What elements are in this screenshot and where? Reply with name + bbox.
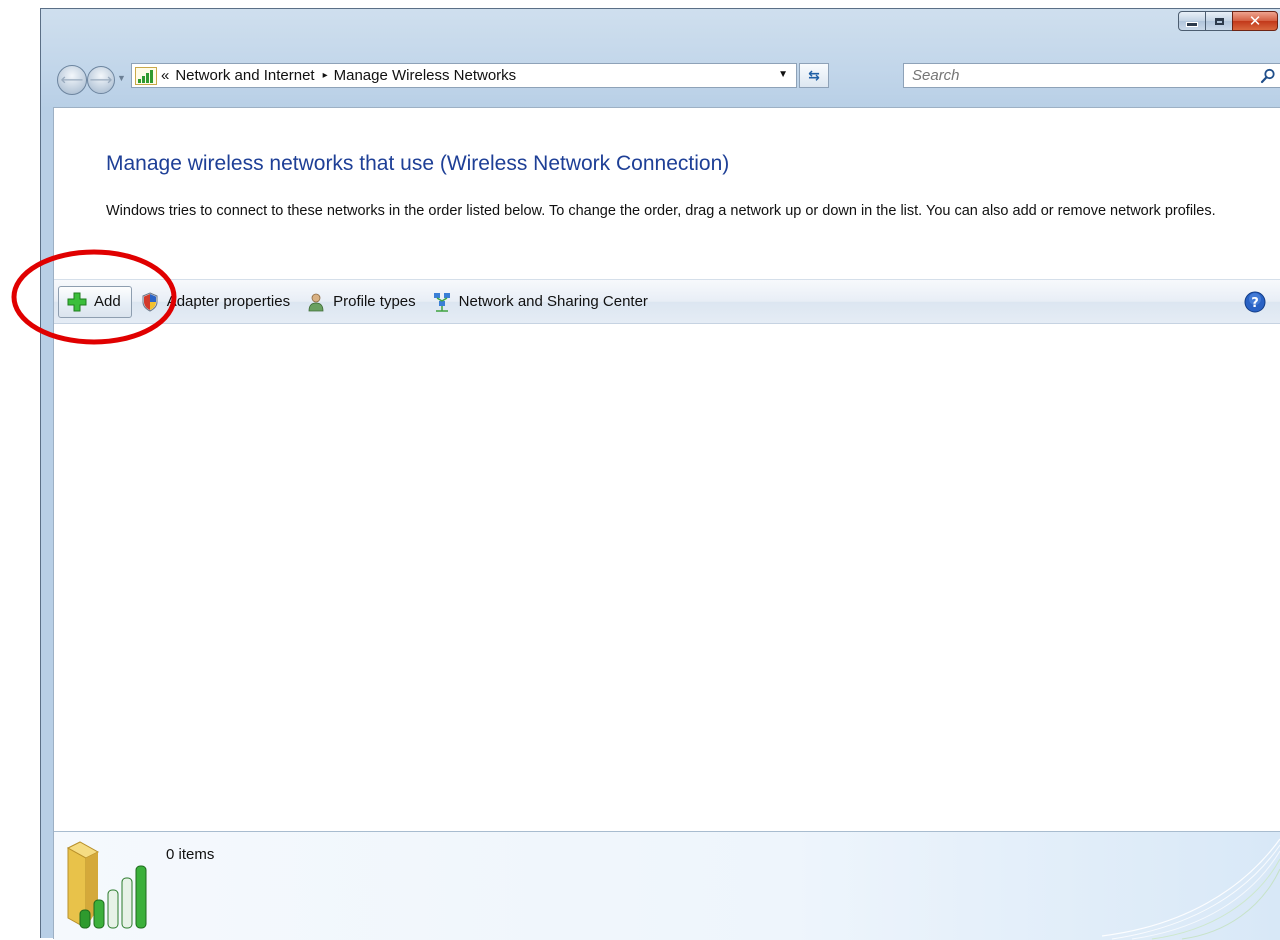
navigation-bar: ⟵ ⟶ ▼ « Network and Internet ▸ Manage Wi… — [53, 61, 1280, 97]
forward-button[interactable]: ⟶ — [87, 66, 115, 94]
page-description: Windows tries to connect to these networ… — [106, 203, 1216, 219]
item-count: 0 items — [166, 846, 215, 863]
close-icon: ✕ — [1248, 11, 1262, 30]
details-pane: 0 items — [54, 831, 1280, 940]
refresh-icon: ⇆ — [808, 67, 820, 83]
user-icon — [308, 293, 324, 311]
help-icon[interactable]: ? — [1244, 291, 1266, 313]
profile-types-button[interactable]: Profile types — [298, 286, 424, 318]
add-button[interactable]: Add — [58, 285, 132, 318]
wireless-signal-icon — [135, 66, 157, 85]
address-overflow[interactable]: « — [161, 67, 169, 84]
back-button[interactable]: ⟵ — [57, 65, 87, 95]
address-history-dropdown-icon[interactable]: ▼ — [778, 69, 788, 80]
minimize-button[interactable] — [1178, 11, 1206, 31]
page-title: Manage wireless networks that use (Wirel… — [106, 152, 730, 175]
shield-icon — [142, 291, 158, 312]
adapter-properties-button[interactable]: Adapter properties — [132, 286, 298, 318]
breadcrumb-network-and-internet[interactable]: Network and Internet — [175, 67, 314, 84]
window: ✕ ⟵ ⟶ ▼ « Network and Internet ▸ Manage … — [40, 8, 1280, 940]
back-arrow-icon: ⟵ — [60, 72, 84, 89]
address-bar[interactable]: « Network and Internet ▸ Manage Wireless… — [131, 63, 797, 88]
adapter-properties-label: Adapter properties — [166, 293, 291, 310]
network-and-sharing-center-label: Network and Sharing Center — [458, 293, 648, 310]
forward-arrow-icon: ⟶ — [89, 72, 113, 89]
green-plus-icon — [67, 292, 87, 311]
network-and-sharing-center-button[interactable]: Network and Sharing Center — [424, 286, 656, 318]
recent-pages-dropdown-icon[interactable]: ▼ — [117, 73, 126, 83]
maximize-icon — [1214, 17, 1224, 25]
svg-text:?: ? — [1251, 296, 1259, 311]
close-button[interactable]: ✕ — [1232, 11, 1278, 31]
profile-types-label: Profile types — [333, 293, 416, 310]
minimize-icon — [1186, 22, 1198, 27]
wireless-networks-folder-icon — [66, 841, 147, 929]
add-label: Add — [94, 293, 121, 310]
content-pane: Manage wireless networks that use (Wirel… — [53, 107, 1280, 940]
network-list[interactable] — [54, 324, 1280, 831]
maximize-button[interactable] — [1205, 11, 1233, 31]
breadcrumb-separator-icon[interactable]: ▸ — [323, 70, 328, 81]
search-box[interactable] — [903, 63, 1280, 88]
decorative-swoosh — [1101, 838, 1280, 940]
breadcrumb-manage-wireless-networks[interactable]: Manage Wireless Networks — [334, 67, 517, 84]
search-icon[interactable] — [1260, 68, 1276, 84]
command-bar: Add Adapter properties Profile types Net… — [54, 279, 1280, 324]
refresh-button[interactable]: ⇆ — [799, 63, 829, 88]
search-input[interactable] — [910, 66, 1260, 85]
caption-buttons: ✕ — [1178, 11, 1278, 33]
network-icon — [433, 292, 450, 312]
